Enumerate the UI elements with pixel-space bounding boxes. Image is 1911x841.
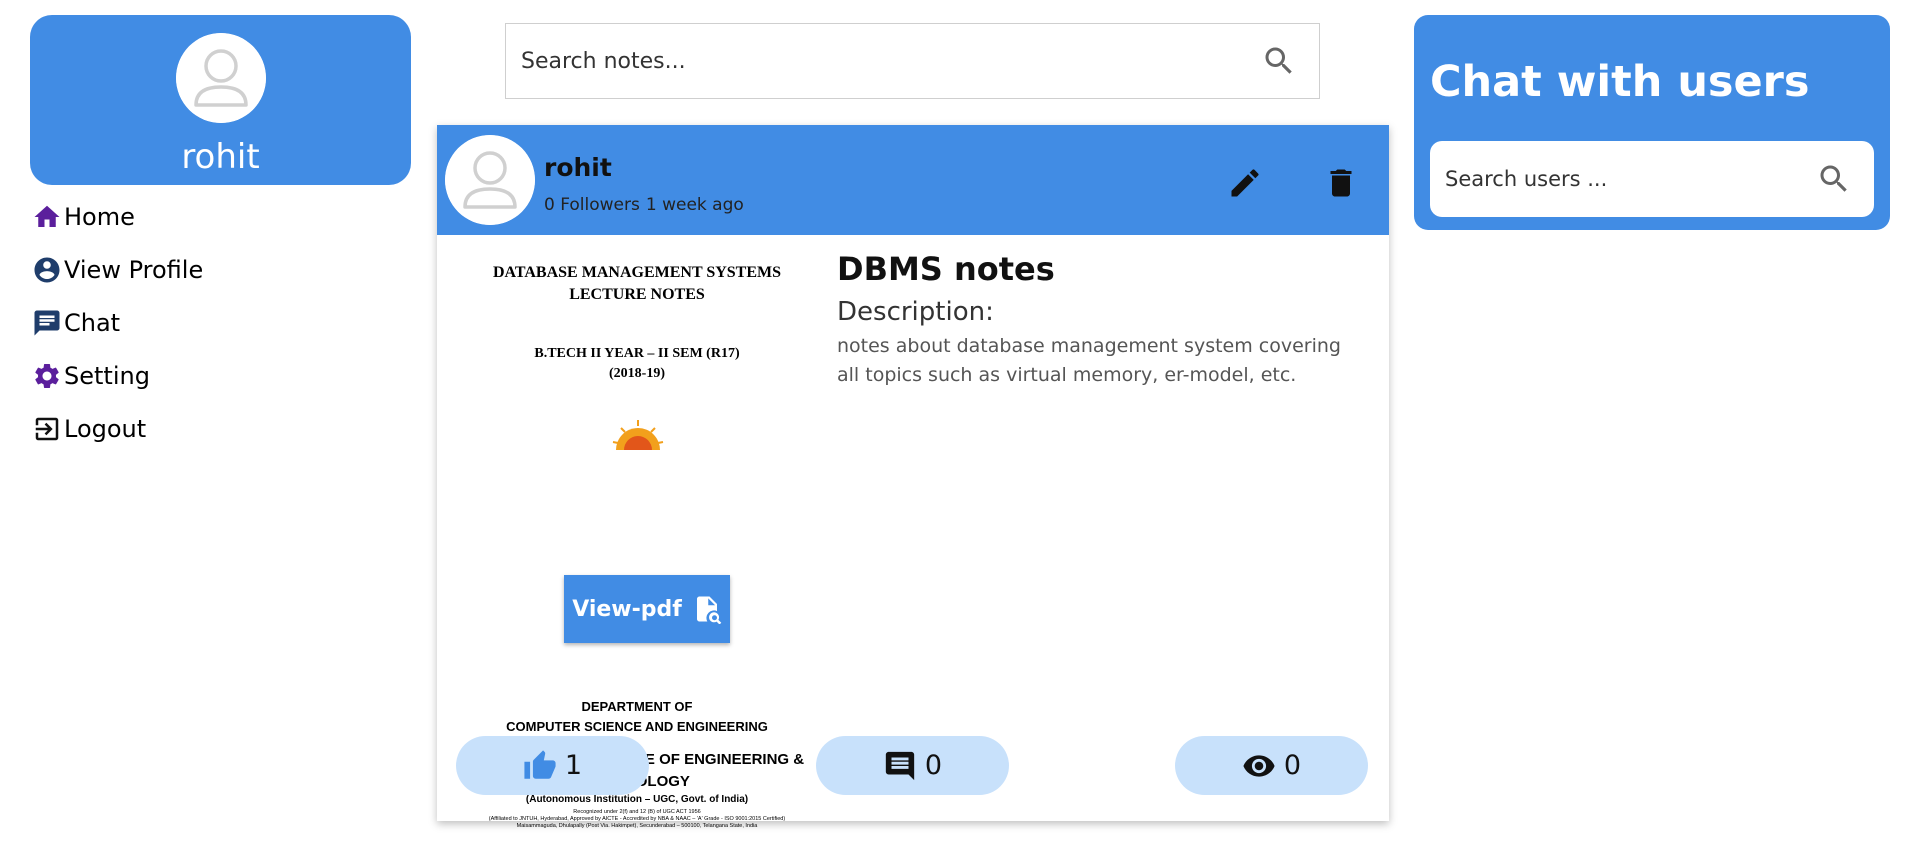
logout-icon: [32, 414, 62, 444]
pdf-year: B.TECH II YEAR – II SEM (R17) (2018-19): [457, 344, 817, 384]
eye-icon: [1243, 754, 1275, 777]
pdf-title-line: DATABASE MANAGEMENT SYSTEMS: [492, 264, 782, 281]
search-notes-input[interactable]: [506, 47, 1259, 75]
like-button[interactable]: 1: [456, 736, 649, 795]
pdf-dept-line: DEPARTMENT OF: [581, 699, 693, 714]
gear-icon: [32, 361, 62, 391]
pdf-fine-line: (Affiliated to JNTUH, Hyderabad, Approve…: [488, 816, 786, 822]
user-search-bar: [1430, 141, 1874, 217]
view-count: 0: [1283, 750, 1302, 781]
delete-icon[interactable]: [1323, 165, 1359, 201]
comment-icon: [885, 751, 915, 780]
pdf-title: DATABASE MANAGEMENT SYSTEMS LECTURE NOTE…: [457, 262, 817, 306]
profile-card: rohit: [30, 15, 411, 185]
note-card: rohit 0 Followers 1 week ago DATABASE MAN…: [437, 125, 1389, 829]
sidebar-item-setting[interactable]: Setting: [32, 349, 332, 402]
profile-username: rohit: [181, 137, 260, 177]
author-meta: 0 Followers 1 week ago: [544, 195, 744, 215]
search-notes-bar: [505, 23, 1320, 99]
sidebar-item-home[interactable]: Home: [32, 190, 332, 243]
chat-panel: Chat with users: [1414, 15, 1890, 230]
sidebar-item-view-profile[interactable]: View Profile: [32, 243, 332, 296]
file-search-icon: [696, 596, 722, 624]
description-text: notes about database management system c…: [837, 335, 1341, 386]
college-logo-icon: [612, 420, 664, 450]
note-title: DBMS notes: [837, 250, 1055, 288]
home-icon: [32, 202, 62, 232]
pdf-dept-line: COMPUTER SCIENCE AND ENGINEERING: [506, 719, 768, 734]
thumb-up-icon: [524, 749, 556, 779]
chat-icon: [32, 308, 62, 338]
like-count: 1: [564, 750, 583, 781]
sidebar-item-label: Home: [64, 202, 135, 231]
pdf-autonomous: (Autonomous Institution – UGC, Govt. of …: [525, 794, 749, 805]
search-icon[interactable]: [1814, 159, 1854, 199]
pdf-fine-line: Maisammaguda, Dhulapally (Post Via. Haki…: [516, 823, 758, 829]
search-icon[interactable]: [1259, 41, 1299, 81]
view-pdf-label: View-pdf: [572, 596, 682, 622]
pdf-year-line: B.TECH II YEAR – II SEM (R17): [534, 346, 740, 361]
pdf-fine-line: Recognized under 2(f) and 12 (B) of UGC …: [573, 809, 701, 815]
account-circle-icon: [32, 255, 62, 285]
edit-icon[interactable]: [1227, 165, 1263, 201]
sidebar-item-label: View Profile: [64, 255, 204, 284]
sidebar-item-logout[interactable]: Logout: [32, 402, 332, 455]
comment-count: 0: [924, 750, 943, 781]
description-label: Description:: [837, 297, 994, 327]
view-pdf-button[interactable]: View-pdf: [564, 575, 730, 643]
followers-count: 0 Followers: [544, 195, 640, 215]
sidebar-nav: Home View Profile Chat Setting Logout: [32, 190, 332, 455]
pdf-fine-print: Recognized under 2(f) and 12 (B) of UGC …: [457, 809, 817, 830]
author-name[interactable]: rohit: [544, 153, 612, 182]
pdf-year-line: (2018-19): [609, 366, 665, 381]
user-search-input[interactable]: [1430, 166, 1814, 192]
comment-button[interactable]: 0: [816, 736, 1009, 795]
note-header: rohit 0 Followers 1 week ago: [437, 125, 1389, 235]
post-time: 1 week ago: [645, 195, 744, 215]
user-avatar-icon[interactable]: [176, 33, 266, 123]
views-button[interactable]: 0: [1175, 736, 1368, 795]
author-avatar-icon[interactable]: [445, 135, 535, 225]
pdf-title-line: LECTURE NOTES: [569, 286, 705, 303]
sidebar-item-label: Chat: [64, 308, 121, 337]
pdf-department: DEPARTMENT OF COMPUTER SCIENCE AND ENGIN…: [457, 697, 817, 737]
sidebar-item-label: Setting: [64, 361, 150, 390]
sidebar-item-label: Logout: [64, 414, 147, 443]
sidebar-item-chat[interactable]: Chat: [32, 296, 332, 349]
chat-title: Chat with users: [1430, 57, 1810, 107]
